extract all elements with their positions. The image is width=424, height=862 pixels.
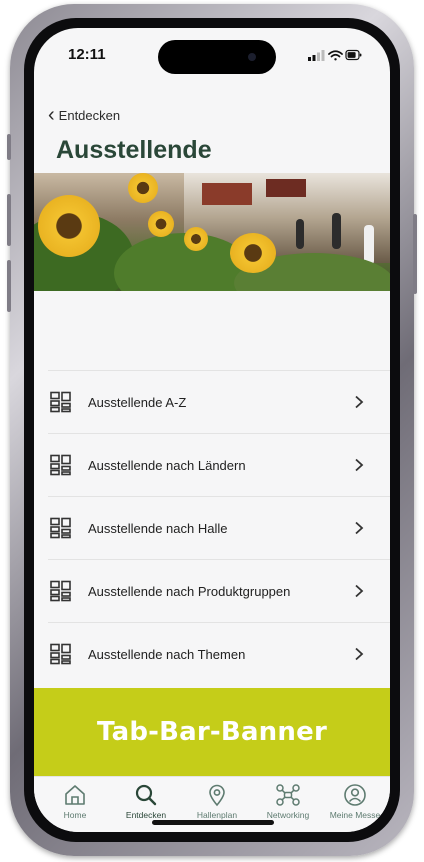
hero-image — [34, 173, 390, 291]
sunflower — [230, 233, 276, 273]
tab-label: Hallenplan — [196, 810, 238, 820]
hero-stand — [266, 179, 306, 197]
chevron-right-icon — [355, 458, 364, 472]
exhibitor-menu: Ausstellende A-Z Ausstellende nach Lände… — [48, 370, 390, 685]
menu-item-label: Ausstellende nach Themen — [88, 646, 246, 662]
chevron-right-icon — [355, 521, 364, 535]
tab-entdecken[interactable]: Entdecken — [111, 783, 181, 820]
phone-frame: 12:11 ‹ Entdecken Ausstellende Ausstelle… — [7, 4, 417, 856]
back-label: Entdecken — [58, 108, 121, 123]
location-pin-icon — [209, 784, 225, 807]
menu-item-a-z[interactable]: Ausstellende A-Z — [48, 370, 390, 433]
list-grid-icon — [50, 580, 71, 602]
hero-person — [364, 225, 374, 265]
dynamic-island — [158, 40, 276, 74]
tab-bar-banner[interactable]: Tab-Bar-Banner — [34, 688, 390, 776]
list-grid-icon — [50, 517, 71, 539]
chevron-right-icon — [355, 584, 364, 598]
volume-down-button — [7, 260, 11, 312]
menu-item-countries[interactable]: Ausstellende nach Ländern — [48, 433, 390, 496]
menu-item-label: Ausstellende A-Z — [88, 394, 187, 410]
hero-person — [296, 219, 304, 249]
tab-home[interactable]: Home — [40, 783, 110, 820]
sunflower — [148, 211, 174, 237]
status-icons — [308, 48, 362, 66]
battery-icon — [345, 49, 362, 61]
menu-item-label: Ausstellende nach Ländern — [88, 457, 246, 473]
menu-item-hall[interactable]: Ausstellende nach Halle — [48, 496, 390, 559]
back-button[interactable]: ‹ Entdecken — [48, 104, 121, 126]
chevron-right-icon — [355, 395, 364, 409]
menu-item-label: Ausstellende nach Halle — [88, 520, 228, 536]
power-button — [413, 214, 417, 294]
wifi-icon — [328, 50, 343, 61]
mute-switch — [7, 134, 11, 160]
tab-label: Networking — [266, 810, 310, 820]
status-bar: 12:11 — [34, 28, 390, 78]
menu-item-label: Ausstellende nach Produktgruppen — [88, 583, 291, 599]
banner-text: Tab-Bar-Banner — [97, 717, 327, 747]
network-icon — [276, 784, 300, 806]
signal-icon — [308, 50, 325, 61]
tab-networking[interactable]: Networking — [253, 783, 323, 820]
list-grid-icon — [50, 391, 71, 413]
home-indicator[interactable] — [152, 820, 274, 825]
tab-label: Meine Messe — [329, 810, 381, 820]
chevron-left-icon: ‹ — [48, 104, 55, 126]
camera-icon — [248, 53, 256, 61]
sunflower — [38, 195, 100, 257]
sunflower — [128, 173, 158, 203]
list-grid-icon — [50, 643, 71, 665]
menu-item-topics[interactable]: Ausstellende nach Themen — [48, 622, 390, 685]
tab-meine-messe[interactable]: Meine Messe — [320, 783, 390, 820]
user-circle-icon — [344, 784, 366, 806]
home-icon — [65, 785, 85, 805]
menu-item-product-groups[interactable]: Ausstellende nach Produktgruppen — [48, 559, 390, 622]
search-icon — [135, 784, 157, 806]
screen: 12:11 ‹ Entdecken Ausstellende Ausstelle… — [34, 28, 390, 832]
chevron-right-icon — [355, 647, 364, 661]
hero-stand — [202, 183, 252, 205]
volume-up-button — [7, 194, 11, 246]
list-grid-icon — [50, 454, 71, 476]
hero-person — [332, 213, 341, 249]
tab-label: Entdecken — [125, 810, 167, 820]
sunflower — [184, 227, 208, 251]
tab-hallenplan[interactable]: Hallenplan — [182, 783, 252, 820]
phone-bezel: 12:11 ‹ Entdecken Ausstellende Ausstelle… — [24, 18, 400, 842]
page-title: Ausstellende — [56, 136, 212, 164]
status-time: 12:11 — [68, 46, 106, 63]
tab-label: Home — [63, 810, 87, 820]
